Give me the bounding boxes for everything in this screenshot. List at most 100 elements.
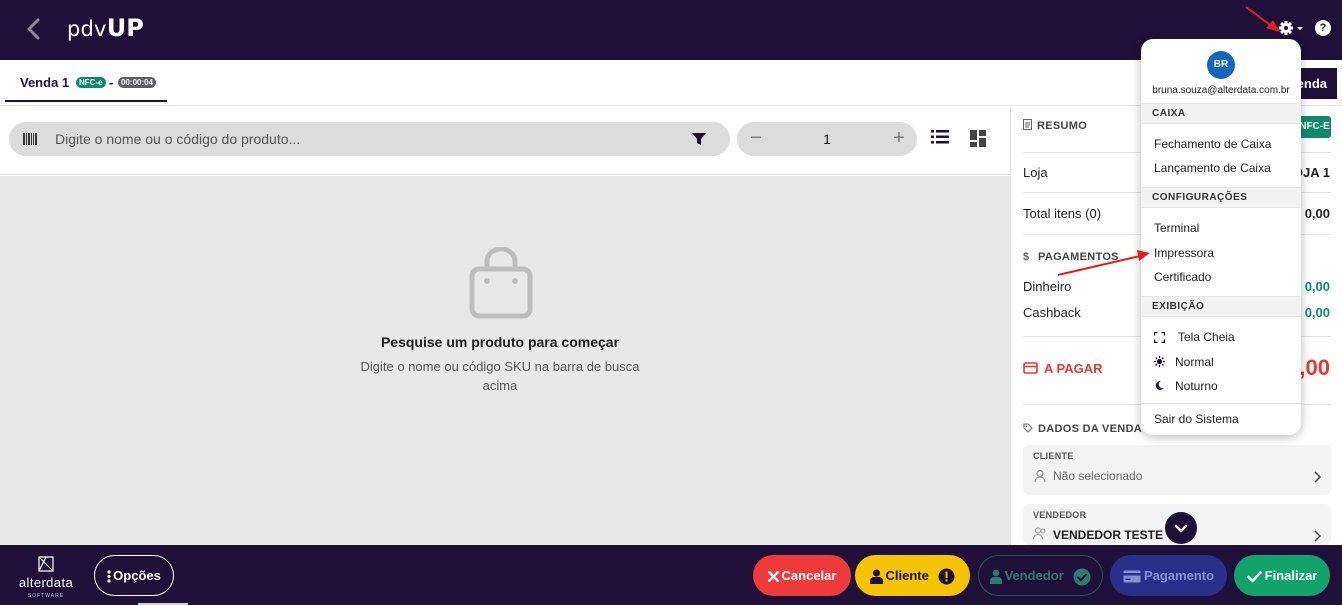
back-button[interactable] <box>22 14 46 44</box>
menu-item-noturno[interactable]: Noturno <box>1175 379 1218 393</box>
timer-badge: 00:00:04 <box>118 77 157 88</box>
menu-section-configuracoes: CONFIGURAÇÕES <box>1141 187 1301 208</box>
payment-value: 0,00 <box>1304 305 1330 320</box>
chevron-right-icon <box>1314 471 1321 483</box>
empty-state-title: Pesquise um produto para começar <box>380 334 620 350</box>
menu-item-certificado[interactable]: Certificado <box>1154 270 1211 284</box>
menu-item-terminal[interactable]: Terminal <box>1154 221 1199 235</box>
credit-card-icon <box>1123 570 1141 583</box>
product-area: Pesquise um produto para começar Digite … <box>0 176 1010 545</box>
more-vertical-icon <box>107 570 111 583</box>
sale-data-heading-text: DADOS DA VENDA <box>1038 423 1143 435</box>
bottom-bar: alterdata SOFTWARE Opções Cancelar Clien… <box>0 545 1342 605</box>
scroll-down-button[interactable] <box>1165 512 1197 544</box>
brand-tagline: SOFTWARE <box>27 593 65 599</box>
tag-icon <box>1023 423 1033 433</box>
logo-bold-text: UP <box>106 14 144 42</box>
tab-label: Venda 1 <box>20 75 70 90</box>
payments-heading: $ PAGAMENTOS <box>1023 251 1119 263</box>
finish-button[interactable]: Finalizar <box>1234 555 1330 596</box>
close-icon <box>767 571 779 583</box>
check-circle-icon <box>1073 568 1091 586</box>
quantity-decrease-button[interactable]: − <box>746 122 766 156</box>
alert-icon <box>938 568 955 585</box>
help-button[interactable]: ? <box>1315 20 1331 36</box>
to-pay-label: A PAGAR <box>1023 361 1103 376</box>
menu-section-exibicao: EXIBIÇÃO <box>1141 296 1301 317</box>
payments-heading-text: PAGAMENTOS <box>1038 251 1119 263</box>
alterdata-logo-mark-icon <box>38 556 54 572</box>
quantity-value[interactable]: 1 <box>807 122 847 156</box>
document-type-tag: NFC-E <box>1298 116 1331 138</box>
payment-label: Pagamento <box>1143 568 1215 583</box>
user-tie-icon <box>989 569 1002 585</box>
avatar: BR <box>1207 51 1235 79</box>
quantity-stepper: − 1 + <box>737 122 917 156</box>
to-pay-value: ,00 <box>1299 355 1330 380</box>
client-label: Cliente <box>885 568 929 583</box>
user-icon <box>1034 469 1046 483</box>
alterdata-logo: alterdata SOFTWARE <box>16 555 76 599</box>
search-box <box>9 122 730 156</box>
dollar-icon: $ <box>1023 251 1030 263</box>
options-label: Opções <box>113 568 161 583</box>
to-pay-text: A PAGAR <box>1044 361 1103 376</box>
finish-label: Finalizar <box>1264 568 1318 583</box>
menu-divider <box>1141 403 1301 404</box>
seller-caption: VENDEDOR <box>1033 510 1087 520</box>
search-input[interactable] <box>55 122 675 156</box>
payment-value: 0,00 <box>1304 279 1330 294</box>
store-label: Loja <box>1023 165 1048 180</box>
sun-icon <box>1154 356 1165 367</box>
grid-view-icon[interactable] <box>970 130 988 148</box>
fullscreen-icon <box>1154 332 1165 343</box>
summary-heading: RESUMO <box>1023 119 1087 132</box>
brand-name: alterdata <box>18 575 74 590</box>
app-logo: pdvUP <box>67 14 144 42</box>
menu-item-lancamento-de-caixa[interactable]: Lançamento de Caixa <box>1154 161 1271 175</box>
menu-item-normal[interactable]: Normal <box>1175 355 1214 369</box>
menu-item-tela-cheia[interactable]: Tela Cheia <box>1178 330 1235 344</box>
payment-button[interactable]: Pagamento <box>1110 555 1227 596</box>
nfce-badge: NFC-e <box>76 77 106 88</box>
tab-sale-1[interactable]: Venda 1 NFC-e - 00:00:04 <box>5 60 167 102</box>
total-items-value: 0,00 <box>1304 206 1330 221</box>
quantity-increase-button[interactable]: + <box>889 122 909 156</box>
user-email: bruna.souza@alterdata.com.br <box>1152 85 1290 96</box>
filter-icon[interactable] <box>692 132 706 146</box>
seller-button[interactable]: Vendedor <box>978 555 1103 596</box>
card-icon <box>1023 362 1038 374</box>
total-items-label: Total itens (0) <box>1023 206 1102 221</box>
moon-icon <box>1155 380 1164 390</box>
payment-label: Dinheiro <box>1023 279 1072 294</box>
seller-value: VENDEDOR TESTE <box>1053 528 1164 542</box>
menu-item-impressora[interactable]: Impressora <box>1154 246 1214 260</box>
logo-light-text: pdv <box>67 17 107 41</box>
menu-section-caixa: CAIXA <box>1141 103 1301 124</box>
shopping-bag-icon <box>469 247 533 319</box>
menu-item-sair-do-sistema[interactable]: Sair do Sistema <box>1154 412 1239 426</box>
gear-icon <box>1279 21 1303 35</box>
chevron-down-icon <box>1174 524 1188 533</box>
cancel-label: Cancelar <box>781 568 837 583</box>
list-view-icon[interactable] <box>931 129 949 145</box>
chevron-right-icon <box>1314 530 1321 542</box>
search-row: − 1 + <box>0 107 1010 175</box>
sale-data-heading: DADOS DA VENDA <box>1023 423 1142 435</box>
barcode-icon[interactable] <box>23 133 37 145</box>
tab-separator: - <box>109 75 114 90</box>
client-card[interactable]: CLIENTE Não selecionado <box>1023 445 1331 495</box>
users-icon <box>1033 527 1046 540</box>
payment-label: Cashback <box>1023 305 1081 320</box>
settings-menu-button[interactable] <box>1278 19 1304 37</box>
client-button[interactable]: Cliente <box>855 555 970 596</box>
options-button[interactable]: Opções <box>94 555 174 596</box>
menu-item-fechamento-de-caixa[interactable]: Fechamento de Caixa <box>1154 137 1271 151</box>
document-icon <box>1023 119 1032 130</box>
empty-state-subtitle: Digite o nome ou código SKU na barra de … <box>360 359 640 393</box>
client-caption: CLIENTE <box>1033 451 1074 461</box>
check-icon <box>1246 570 1262 582</box>
seller-label: Vendedor <box>1004 568 1064 583</box>
cancel-button[interactable]: Cancelar <box>753 555 851 596</box>
chevron-left-icon <box>27 18 40 40</box>
